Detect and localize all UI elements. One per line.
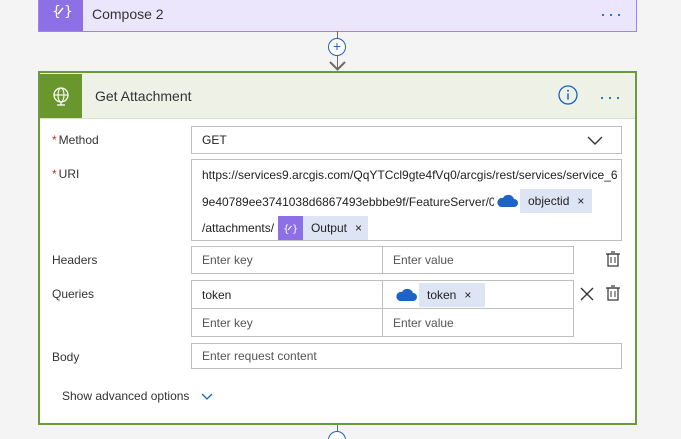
- compose-2-menu-button[interactable]: ···: [600, 5, 624, 23]
- onedrive-icon: [494, 189, 520, 213]
- queries-key-input-2[interactable]: Enter key: [191, 308, 383, 337]
- body-input[interactable]: Enter request content: [191, 343, 622, 369]
- insert-step-button[interactable]: +: [328, 38, 346, 56]
- card-title: Get Attachment: [95, 87, 192, 104]
- insert-next-step-button[interactable]: [328, 431, 346, 439]
- close-icon[interactable]: [579, 286, 595, 302]
- arrow-down-icon: [329, 61, 346, 71]
- uri-text-line-2: 9e40789ee3741038d6867493ebbbe9f/FeatureS…: [202, 195, 499, 209]
- method-select[interactable]: GET: [191, 126, 622, 154]
- headers-label: Headers: [52, 253, 98, 267]
- show-advanced-options-button[interactable]: Show advanced options: [62, 389, 213, 403]
- uri-text-line-1: https://services9.arcgis.com/QqYTCcl9gte…: [202, 168, 618, 182]
- chevron-down-icon: [201, 393, 213, 400]
- method-label: * Method: [52, 133, 99, 147]
- body-label: Body: [52, 350, 80, 364]
- headers-value-input[interactable]: Enter value: [382, 246, 574, 274]
- objectid-token[interactable]: objectid ×: [494, 189, 592, 213]
- queries-key-input-1[interactable]: token: [191, 280, 383, 309]
- queries-value-input-1[interactable]: token ×: [382, 280, 574, 309]
- compose-output-icon: { }: [278, 216, 303, 240]
- output-token[interactable]: { } Output ×: [278, 216, 368, 240]
- queries-label: Queries: [52, 287, 95, 301]
- queries-value-input-2[interactable]: Enter value: [382, 308, 574, 337]
- compose-2-card[interactable]: { } Compose 2 ···: [38, 0, 637, 32]
- chevron-down-icon: [587, 136, 603, 145]
- card-menu-button[interactable]: ···: [599, 88, 623, 106]
- uri-text-line-3: /attachments/: [202, 221, 275, 235]
- svg-text:}: }: [64, 4, 72, 20]
- onedrive-icon: [393, 282, 419, 307]
- uri-label: * URI: [52, 167, 80, 181]
- get-attachment-card: Get Attachment ··· * Method GET * URI http…: [38, 71, 637, 425]
- headers-key-input[interactable]: Enter key: [191, 246, 383, 274]
- svg-text:}: }: [292, 224, 298, 235]
- globe-icon: [40, 73, 82, 118]
- compose-2-title: Compose 2: [92, 6, 164, 22]
- delete-queries-icon[interactable]: [605, 285, 621, 301]
- delete-headers-icon[interactable]: [605, 251, 621, 267]
- token-token[interactable]: token ×: [393, 282, 485, 307]
- uri-input[interactable]: https://services9.arcgis.com/QqYTCcl9gte…: [191, 159, 622, 241]
- remove-token-token-button[interactable]: ×: [464, 288, 471, 302]
- method-value: GET: [202, 133, 227, 147]
- info-icon[interactable]: [558, 85, 578, 105]
- card-header[interactable]: Get Attachment ···: [40, 73, 635, 119]
- compose-icon: { }: [39, 0, 83, 31]
- remove-objectid-token-button[interactable]: ×: [577, 194, 584, 208]
- remove-output-token-button[interactable]: ×: [355, 221, 362, 235]
